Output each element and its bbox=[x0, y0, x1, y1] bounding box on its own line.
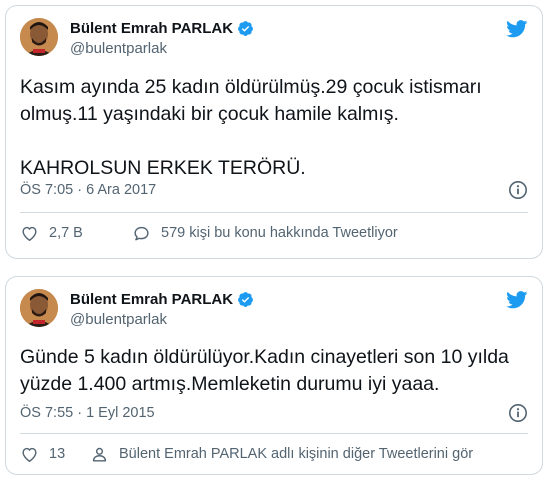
tweet-text: Günde 5 kadın öldürülüyor.Kadın cinayetl… bbox=[20, 346, 515, 395]
like-count: 13 bbox=[49, 446, 66, 462]
heart-icon bbox=[20, 224, 39, 243]
conversation-link[interactable]: 579 kişi bu konu hakkında Tweetliyor bbox=[132, 224, 398, 243]
twitter-bird-icon[interactable] bbox=[506, 291, 528, 309]
speech-bubble-icon bbox=[132, 224, 151, 243]
twitter-bird-icon[interactable] bbox=[506, 20, 528, 38]
action-row: 13 Bülent Emrah PARLAK adlı kişinin diğe… bbox=[20, 443, 528, 465]
heart-icon bbox=[20, 445, 39, 464]
handle[interactable]: @bulentparlak bbox=[70, 40, 254, 57]
like-button[interactable]: 13 bbox=[20, 445, 90, 464]
verified-badge-icon bbox=[237, 20, 254, 37]
tweet-card[interactable]: Bülent Emrah PARLAK @bulentparlak Günde … bbox=[5, 276, 543, 475]
handle[interactable]: @bulentparlak bbox=[70, 311, 254, 328]
info-icon[interactable] bbox=[508, 180, 528, 200]
author-block[interactable]: Bülent Emrah PARLAK @bulentparlak bbox=[70, 290, 254, 328]
tweet-card[interactable]: Bülent Emrah PARLAK @bulentparlak Kasım … bbox=[5, 5, 543, 259]
display-name[interactable]: Bülent Emrah PARLAK bbox=[70, 20, 233, 37]
author-block[interactable]: Bülent Emrah PARLAK @bulentparlak bbox=[70, 19, 254, 57]
conversation-text: 579 kişi bu konu hakkında Tweetliyor bbox=[161, 225, 398, 241]
timestamp[interactable]: ÖS 7:55 · 1 Eyl 2015 bbox=[20, 405, 155, 421]
info-icon[interactable] bbox=[508, 403, 528, 423]
avatar[interactable] bbox=[20, 18, 58, 56]
timestamp[interactable]: ÖS 7:05 · 6 Ara 2017 bbox=[20, 182, 156, 198]
tweet-meta: ÖS 7:55 · 1 Eyl 2015 bbox=[20, 403, 528, 423]
more-tweets-text: Bülent Emrah PARLAK adlı kişinin diğer T… bbox=[119, 446, 474, 462]
more-tweets-link[interactable]: Bülent Emrah PARLAK adlı kişinin diğer T… bbox=[90, 445, 473, 464]
avatar[interactable] bbox=[20, 289, 58, 327]
divider bbox=[20, 212, 528, 213]
verified-badge-icon bbox=[237, 291, 254, 308]
action-row: 2,7 B 579 kişi bu konu hakkında Tweetliy… bbox=[20, 222, 528, 244]
tweet-text: Kasım ayında 25 kadın öldürülmüş.29 çocu… bbox=[20, 76, 482, 179]
tweet-meta: ÖS 7:05 · 6 Ara 2017 bbox=[20, 180, 528, 200]
divider bbox=[20, 433, 528, 434]
display-name[interactable]: Bülent Emrah PARLAK bbox=[70, 291, 233, 308]
like-button[interactable]: 2,7 B bbox=[20, 224, 132, 243]
like-count: 2,7 B bbox=[49, 225, 83, 241]
person-icon bbox=[90, 445, 109, 464]
